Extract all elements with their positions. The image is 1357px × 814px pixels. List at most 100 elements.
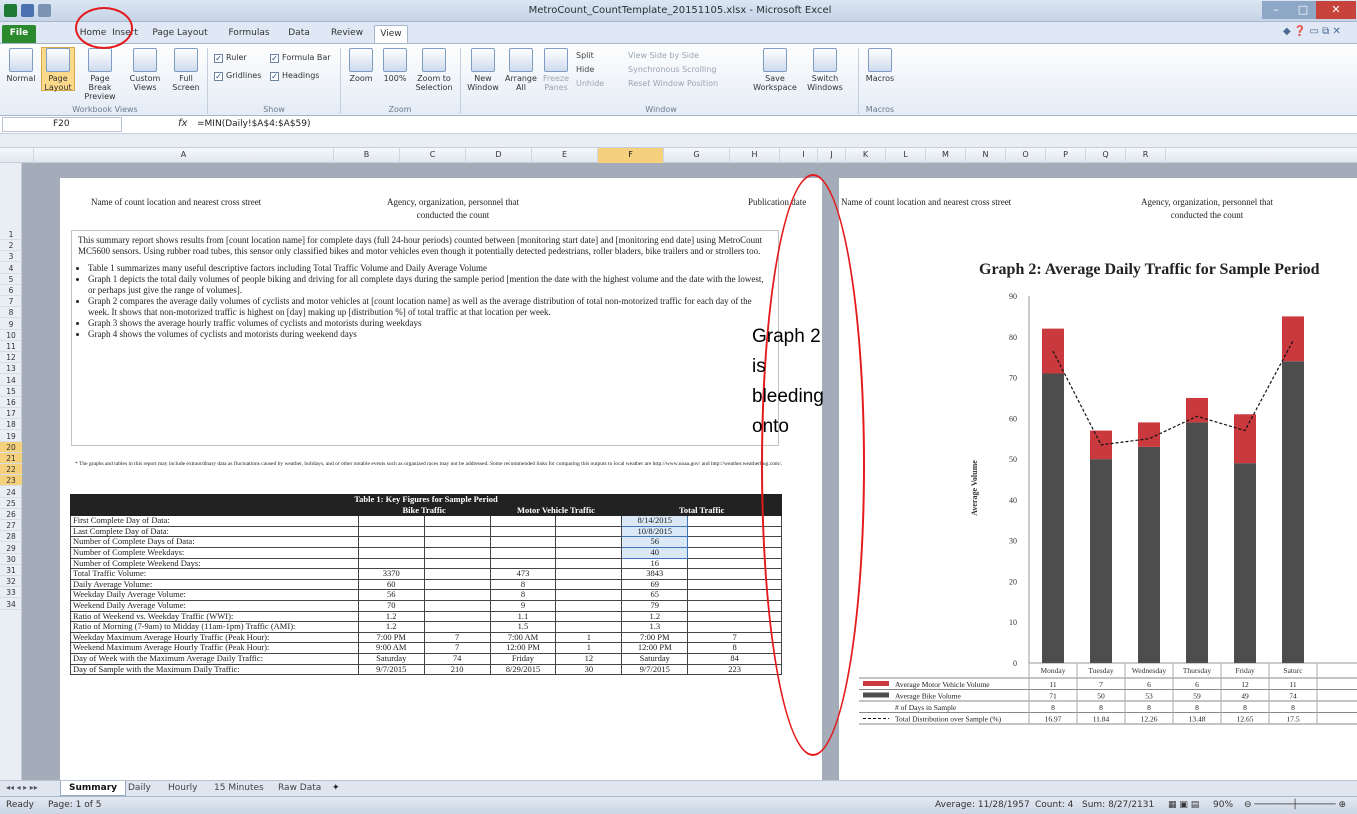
table-cell[interactable] [423, 536, 491, 548]
headings-checkbox[interactable]: ✓ Headings [270, 70, 319, 81]
table-cell[interactable]: 1 [555, 642, 623, 654]
table-cell[interactable]: 69 [621, 578, 689, 591]
table-cell[interactable]: 7 [423, 631, 491, 644]
table-cell[interactable]: 1.5 [489, 621, 557, 633]
table-cell[interactable] [555, 621, 623, 633]
table-cell[interactable] [489, 515, 557, 527]
summary-textbox[interactable]: This summary report shows results from [… [71, 230, 779, 446]
column-header[interactable]: M [926, 148, 966, 163]
table-cell[interactable]: 1.3 [621, 621, 689, 633]
column-header[interactable]: N [966, 148, 1006, 163]
table-cell[interactable]: 79 [621, 599, 689, 612]
table-cell[interactable]: 3843 [621, 568, 689, 580]
table-cell[interactable]: 70 [357, 599, 425, 612]
select-all-corner[interactable] [0, 148, 34, 163]
table-cell[interactable]: 30 [555, 663, 623, 676]
hide-button[interactable]: Hide [576, 64, 594, 75]
normal-view-button[interactable]: Normal [4, 48, 38, 83]
table-cell[interactable]: 473 [489, 568, 557, 580]
table-cell[interactable]: 7:00 PM [621, 631, 689, 644]
row-label[interactable]: Day of Week with the Maximum Average Dai… [70, 652, 359, 665]
table-cell[interactable] [687, 621, 782, 633]
row-label[interactable]: First Complete Day of Data: [70, 515, 359, 527]
table-cell[interactable]: 9:00 AM [357, 642, 425, 654]
synchronous-scrolling-button[interactable]: Synchronous Scrolling [628, 64, 716, 75]
table-cell[interactable]: 12:00 PM [621, 642, 689, 654]
row-label[interactable]: Number of Complete Weekdays: [70, 546, 359, 559]
table-cell[interactable]: 8/14/2015 [621, 515, 689, 527]
column-header[interactable]: F [598, 148, 664, 163]
column-header[interactable]: B [334, 148, 400, 163]
column-header[interactable]: H [730, 148, 780, 163]
row-header[interactable]: 29 [0, 543, 22, 554]
row-label[interactable]: Last Complete Day of Data: [70, 525, 359, 538]
table-cell[interactable] [555, 546, 623, 559]
table-cell[interactable]: 8 [687, 642, 782, 654]
table-cell[interactable] [423, 525, 491, 538]
table-cell[interactable] [555, 568, 623, 580]
row-label[interactable]: Weekend Maximum Average Hourly Traffic (… [70, 642, 359, 654]
row-header[interactable]: 17 [0, 408, 22, 420]
table-cell[interactable] [423, 568, 491, 580]
macros-button[interactable]: Macros [862, 48, 898, 83]
table-cell[interactable]: 84 [687, 652, 782, 665]
column-header[interactable]: K [846, 148, 886, 163]
ruler-checkbox[interactable]: ✓ Ruler [214, 52, 247, 63]
bar-bike-volume[interactable] [1234, 463, 1256, 663]
insert-sheet-icon[interactable]: ✦ [332, 783, 340, 793]
row-header[interactable]: 33 [0, 587, 22, 599]
table-cell[interactable] [423, 599, 491, 612]
tab-file[interactable]: File [2, 25, 36, 43]
table-cell[interactable]: 7 [687, 631, 782, 644]
column-header[interactable]: C [400, 148, 466, 163]
bar-motor-vehicle-volume[interactable] [1186, 397, 1208, 423]
graph-2-chart[interactable]: Graph 2: Average Daily Traffic for Sampl… [839, 178, 1357, 780]
save-icon[interactable] [21, 4, 34, 17]
tab-review[interactable]: Review [328, 25, 366, 43]
zoom-to-selection-button[interactable]: Zoom to Selection [414, 48, 454, 92]
zoom-level[interactable]: 90% [1213, 797, 1233, 814]
bar-bike-volume[interactable] [1090, 459, 1112, 663]
table-cell[interactable] [555, 557, 623, 570]
zoom-100-button[interactable]: 100% [380, 48, 410, 83]
row-header[interactable]: 13 [0, 363, 22, 375]
table-cell[interactable] [423, 621, 491, 633]
minimize-button[interactable]: – [1262, 1, 1290, 19]
bar-motor-vehicle-volume[interactable] [1234, 414, 1256, 464]
table-cell[interactable]: 40 [621, 546, 689, 559]
row-header[interactable]: 15 [0, 386, 22, 397]
table-cell[interactable]: 7:00 AM [489, 631, 557, 644]
row-header[interactable]: 31 [0, 565, 22, 576]
table-cell[interactable] [423, 589, 491, 601]
row-header[interactable]: 19 [0, 431, 22, 442]
bar-bike-volume[interactable] [1186, 422, 1208, 663]
row-header[interactable]: 11 [0, 341, 22, 352]
formula-bar-checkbox[interactable]: ✓ Formula Bar [270, 52, 331, 63]
table-cell[interactable]: 1.2 [357, 610, 425, 623]
worksheet-area[interactable]: Name of count location and nearest cross… [22, 163, 1357, 780]
row-header[interactable]: 30 [0, 554, 22, 565]
reset-window-position-button[interactable]: Reset Window Position [628, 78, 718, 89]
row-header[interactable]: 26 [0, 509, 22, 520]
table-cell[interactable] [555, 536, 623, 548]
table-cell[interactable] [357, 525, 425, 538]
table-cell[interactable]: 210 [423, 663, 491, 676]
row-header[interactable]: 18 [0, 419, 22, 431]
row-label[interactable]: Ratio of Morning (7-9am) to Midday (11am… [70, 621, 359, 633]
gridlines-checkbox[interactable]: ✓ Gridlines [214, 70, 261, 81]
table-cell[interactable] [555, 610, 623, 623]
row-header[interactable]: 6 [0, 285, 22, 296]
table-cell[interactable] [555, 525, 623, 538]
row-header[interactable]: 4 [0, 263, 22, 274]
table-cell[interactable]: 16 [621, 557, 689, 570]
table-cell[interactable] [555, 599, 623, 612]
new-window-button[interactable]: New Window [466, 48, 500, 92]
maximize-button[interactable]: □ [1290, 1, 1316, 19]
table-cell[interactable] [357, 515, 425, 527]
tab-data[interactable]: Data [284, 25, 314, 43]
table-cell[interactable]: Saturday [621, 652, 689, 665]
table-cell[interactable]: 7:00 PM [357, 631, 425, 644]
custom-views-button[interactable]: Custom Views [126, 48, 164, 92]
row-header[interactable]: 32 [0, 576, 22, 588]
row-label[interactable]: Weekday Maximum Average Hourly Traffic (… [70, 631, 359, 644]
